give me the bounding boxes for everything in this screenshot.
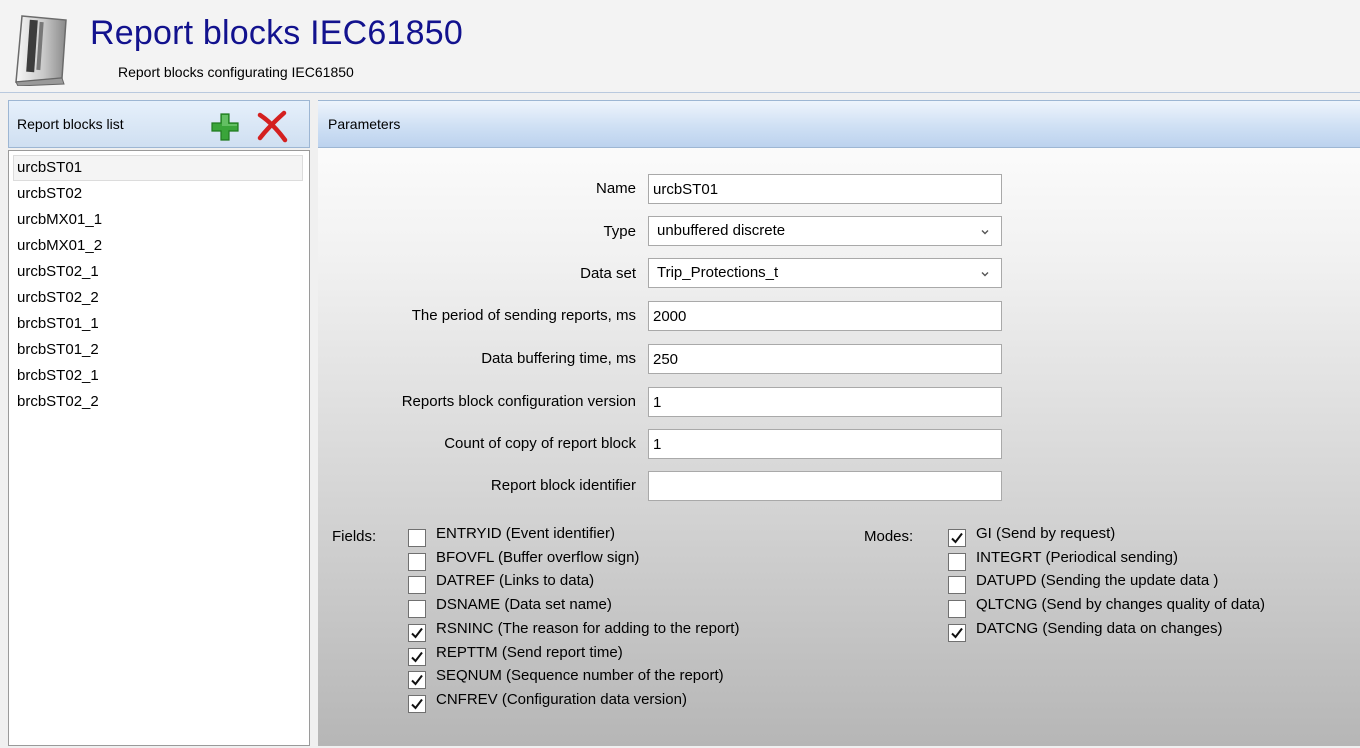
checkbox-unchecked[interactable] (408, 552, 426, 571)
checkbox-unchecked[interactable] (948, 576, 966, 595)
config-version-input[interactable] (648, 387, 1002, 417)
checkbox-checked[interactable] (408, 694, 426, 713)
checkmark-icon (411, 698, 423, 710)
data-set-select[interactable]: Trip_Protections_t (648, 258, 1002, 288)
list-item[interactable]: brcbST01_1 (9, 311, 309, 337)
mode-checkbox-label: QLTCNG (Send by changes quality of data) (976, 596, 1266, 614)
identifier-input[interactable] (648, 471, 1002, 501)
checkbox-checked[interactable] (408, 671, 426, 690)
checkmark-icon (411, 627, 423, 639)
list-item[interactable]: urcbMX01_1 (9, 207, 309, 233)
name-label: Name (595, 180, 636, 197)
mode-checkbox-label: INTEGRT (Periodical sending) (976, 548, 1179, 566)
parameters-title: Parameters (328, 116, 401, 132)
copy-count-label: Count of copy of report block (444, 435, 636, 452)
checkbox-unchecked[interactable] (408, 600, 426, 619)
chevron-down-icon (981, 230, 989, 235)
checkmark-icon (411, 675, 423, 686)
data-set-select-value: Trip_Protections_t (657, 264, 779, 281)
checkmark-icon (951, 532, 963, 544)
list-item[interactable]: urcbST02_1 (9, 259, 309, 285)
field-checkbox-label: ENTRYID (Event identifier) (436, 525, 615, 542)
type-label: Type (603, 223, 636, 240)
page-header: Report blocks IEC61850 Report blocks con… (0, 0, 1360, 93)
checkbox-unchecked[interactable] (948, 600, 966, 619)
config-version-label: Reports block configuration version (401, 393, 636, 410)
copy-count-input[interactable] (648, 429, 1002, 459)
list-item-selected[interactable]: urcbST01 (13, 155, 303, 181)
field-checkbox-label: CNFREV (Configuration data version) (436, 690, 687, 708)
report-blocks-list[interactable]: urcbST01 urcbST02 urcbMX01_1 urcbMX01_2 … (8, 150, 310, 746)
checkbox-checked[interactable] (408, 623, 426, 642)
report-book-icon (15, 15, 67, 86)
checkbox-unchecked[interactable] (948, 552, 966, 571)
period-label: The period of sending reports, ms (411, 307, 636, 324)
checkbox-checked[interactable] (948, 623, 966, 642)
buffering-time-label: Data buffering time, ms (481, 350, 636, 367)
list-item[interactable]: urcbST02 (9, 181, 309, 207)
chevron-down-icon (981, 272, 989, 277)
list-item[interactable]: urcbMX01_2 (9, 233, 309, 259)
report-blocks-list-title: Report blocks list (17, 116, 124, 132)
type-select-value: unbuffered discrete (657, 222, 786, 239)
field-checkbox-label: RSNINC (The reason for adding to the rep… (436, 619, 740, 637)
list-item[interactable]: brcbST02_1 (9, 363, 309, 389)
page-subtitle: Report blocks configurating IEC61850 (118, 64, 354, 80)
field-checkbox-label: REPTTM (Send report time) (436, 643, 623, 661)
checkbox-unchecked[interactable] (408, 576, 426, 595)
report-blocks-panel: Report blocks list urcbST01 urcbST02 urc… (8, 100, 310, 746)
identifier-label: Report block identifier (490, 477, 636, 494)
delete-icon[interactable] (255, 109, 289, 143)
fields-label: Fields: (332, 528, 377, 545)
field-checkbox-label: DSNAME (Data set name) (436, 596, 612, 614)
buffering-time-input[interactable] (648, 344, 1002, 374)
list-item[interactable]: urcbST02_2 (9, 285, 309, 311)
period-input[interactable] (648, 301, 1002, 331)
data-set-label: Data set (580, 265, 636, 282)
field-checkbox-label: BFOVFL (Buffer overflow sign) (436, 548, 640, 566)
checkmark-icon (411, 651, 423, 663)
page-title: Report blocks IEC61850 (90, 14, 463, 52)
checkbox-checked[interactable] (948, 529, 966, 547)
parameters-header: Parameters (318, 100, 1360, 148)
mode-checkbox-label: DATUPD (Sending the update data ) (976, 572, 1219, 590)
mode-checkbox-label: GI (Send by request) (976, 525, 1116, 542)
type-select[interactable]: unbuffered discrete (648, 216, 1002, 246)
modes-label: Modes: (864, 528, 914, 545)
list-item[interactable]: brcbST02_2 (9, 389, 309, 415)
field-checkbox-label: SEQNUM (Sequence number of the report) (436, 667, 724, 685)
checkmark-icon (951, 627, 963, 639)
name-input[interactable] (648, 174, 1002, 204)
checkbox-unchecked[interactable] (408, 529, 426, 547)
checkbox-checked[interactable] (408, 647, 426, 666)
mode-checkbox-label: DATCNG (Sending data on changes) (976, 619, 1223, 637)
list-item[interactable]: brcbST01_2 (9, 337, 309, 363)
parameters-panel: Parameters Name Type unbuffered discrete… (318, 100, 1360, 746)
field-checkbox-label: DATREF (Links to data) (436, 572, 595, 590)
report-blocks-list-header: Report blocks list (8, 100, 310, 148)
add-icon[interactable] (209, 111, 241, 143)
